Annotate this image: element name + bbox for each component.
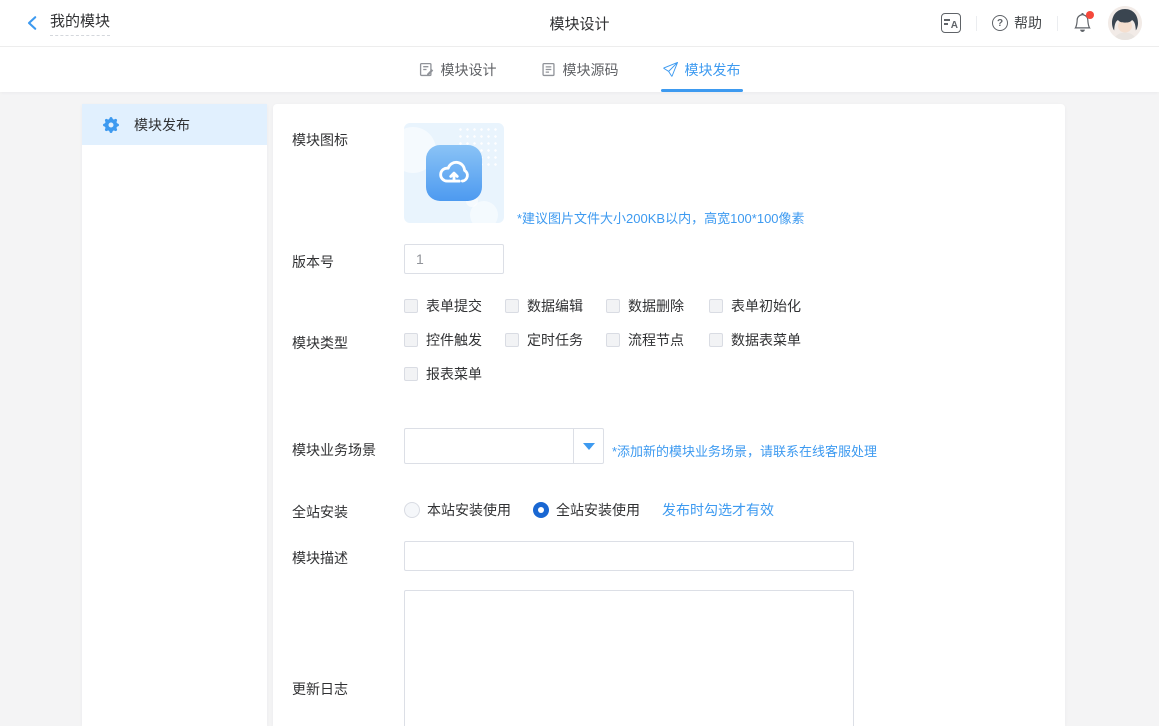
question-mark-icon: ?	[992, 15, 1008, 31]
cloud-upload-icon	[426, 145, 482, 201]
tab-module-publish[interactable]: 模块发布	[663, 47, 741, 92]
business-scene-label: 模块业务场景	[292, 440, 376, 460]
document-icon	[541, 62, 556, 77]
changelog-textarea[interactable]	[404, 590, 854, 726]
avatar[interactable]	[1108, 6, 1142, 40]
module-icon-label: 模块图标	[292, 130, 348, 150]
install-note-link[interactable]: 发布时勾选才有效	[662, 500, 774, 520]
tab-label: 模块发布	[685, 60, 741, 80]
business-scene-hint: *添加新的模块业务场景，请联系在线客服处理	[612, 441, 877, 460]
translate-icon[interactable]: A	[941, 13, 961, 33]
sidebar-item-module-publish[interactable]: 模块发布	[82, 104, 267, 145]
select-value	[405, 429, 573, 463]
module-type-option[interactable]: 流程节点	[606, 333, 709, 347]
back-breadcrumb[interactable]: 我的模块	[50, 10, 110, 36]
notification-dot	[1086, 11, 1094, 19]
module-type-label: 模块类型	[292, 333, 348, 353]
version-label: 版本号	[292, 252, 334, 272]
dropdown-arrow-icon[interactable]	[573, 429, 603, 463]
checkbox[interactable]	[709, 299, 723, 313]
radio-option-sitewide-install[interactable]: 全站安装使用	[533, 500, 640, 520]
notification-bell-icon[interactable]	[1073, 13, 1093, 33]
radio-option-local-install[interactable]: 本站安装使用	[404, 500, 511, 520]
module-type-option[interactable]: 表单初始化	[709, 299, 801, 313]
edit-document-icon	[419, 62, 434, 77]
description-input[interactable]	[404, 541, 854, 571]
radio-unselected[interactable]	[404, 502, 420, 518]
module-type-option[interactable]: 控件触发	[404, 333, 505, 347]
top-header: 我的模块 模块设计 A ? 帮助	[0, 0, 1159, 47]
checkbox[interactable]	[606, 333, 620, 347]
checkbox[interactable]	[709, 333, 723, 347]
module-type-option[interactable]: 数据表菜单	[709, 333, 801, 347]
module-icon-upload[interactable]	[404, 123, 504, 223]
site-install-options: 本站安装使用 全站安装使用 发布时勾选才有效	[404, 498, 774, 522]
checkbox[interactable]	[505, 299, 519, 313]
divider	[976, 16, 977, 31]
divider	[1057, 16, 1058, 31]
checkbox[interactable]	[404, 333, 418, 347]
module-icon-hint: *建议图片文件大小200KB以内，高宽100*100像素	[517, 208, 805, 227]
tab-module-source[interactable]: 模块源码	[541, 47, 619, 92]
checkbox[interactable]	[505, 333, 519, 347]
active-tab-underline	[661, 89, 743, 92]
tab-label: 模块设计	[441, 60, 497, 80]
back-icon[interactable]	[24, 14, 42, 32]
tab-label: 模块源码	[563, 60, 619, 80]
business-scene-select[interactable]	[404, 428, 604, 464]
checkbox[interactable]	[404, 299, 418, 313]
module-publish-form: 模块图标 *建议图片文件大小200KB以内，高宽100*100像素 版本号 模块…	[273, 104, 1065, 726]
module-type-option[interactable]: 数据删除	[606, 299, 709, 313]
sidebar: 模块发布	[82, 104, 267, 726]
paper-plane-icon	[663, 62, 678, 77]
site-install-label: 全站安装	[292, 502, 348, 522]
gear-icon	[103, 117, 119, 133]
module-type-options: 表单提交 数据编辑 数据删除 表单初始化 控件触发 定时任务 流程节点 数据表菜…	[404, 299, 801, 381]
tab-module-design[interactable]: 模块设计	[419, 47, 497, 92]
module-tabs: 模块设计 模块源码 模块发布	[0, 47, 1159, 92]
checkbox[interactable]	[606, 299, 620, 313]
sidebar-item-label: 模块发布	[134, 115, 190, 135]
help-button[interactable]: ? 帮助	[992, 13, 1042, 33]
version-input[interactable]	[404, 244, 504, 274]
module-type-option[interactable]: 定时任务	[505, 333, 606, 347]
checkbox[interactable]	[404, 367, 418, 381]
module-type-option[interactable]: 数据编辑	[505, 299, 606, 313]
module-type-option[interactable]: 表单提交	[404, 299, 505, 313]
module-type-option[interactable]: 报表菜单	[404, 367, 505, 381]
changelog-label: 更新日志	[292, 679, 348, 699]
description-label: 模块描述	[292, 548, 348, 568]
radio-selected[interactable]	[533, 502, 549, 518]
